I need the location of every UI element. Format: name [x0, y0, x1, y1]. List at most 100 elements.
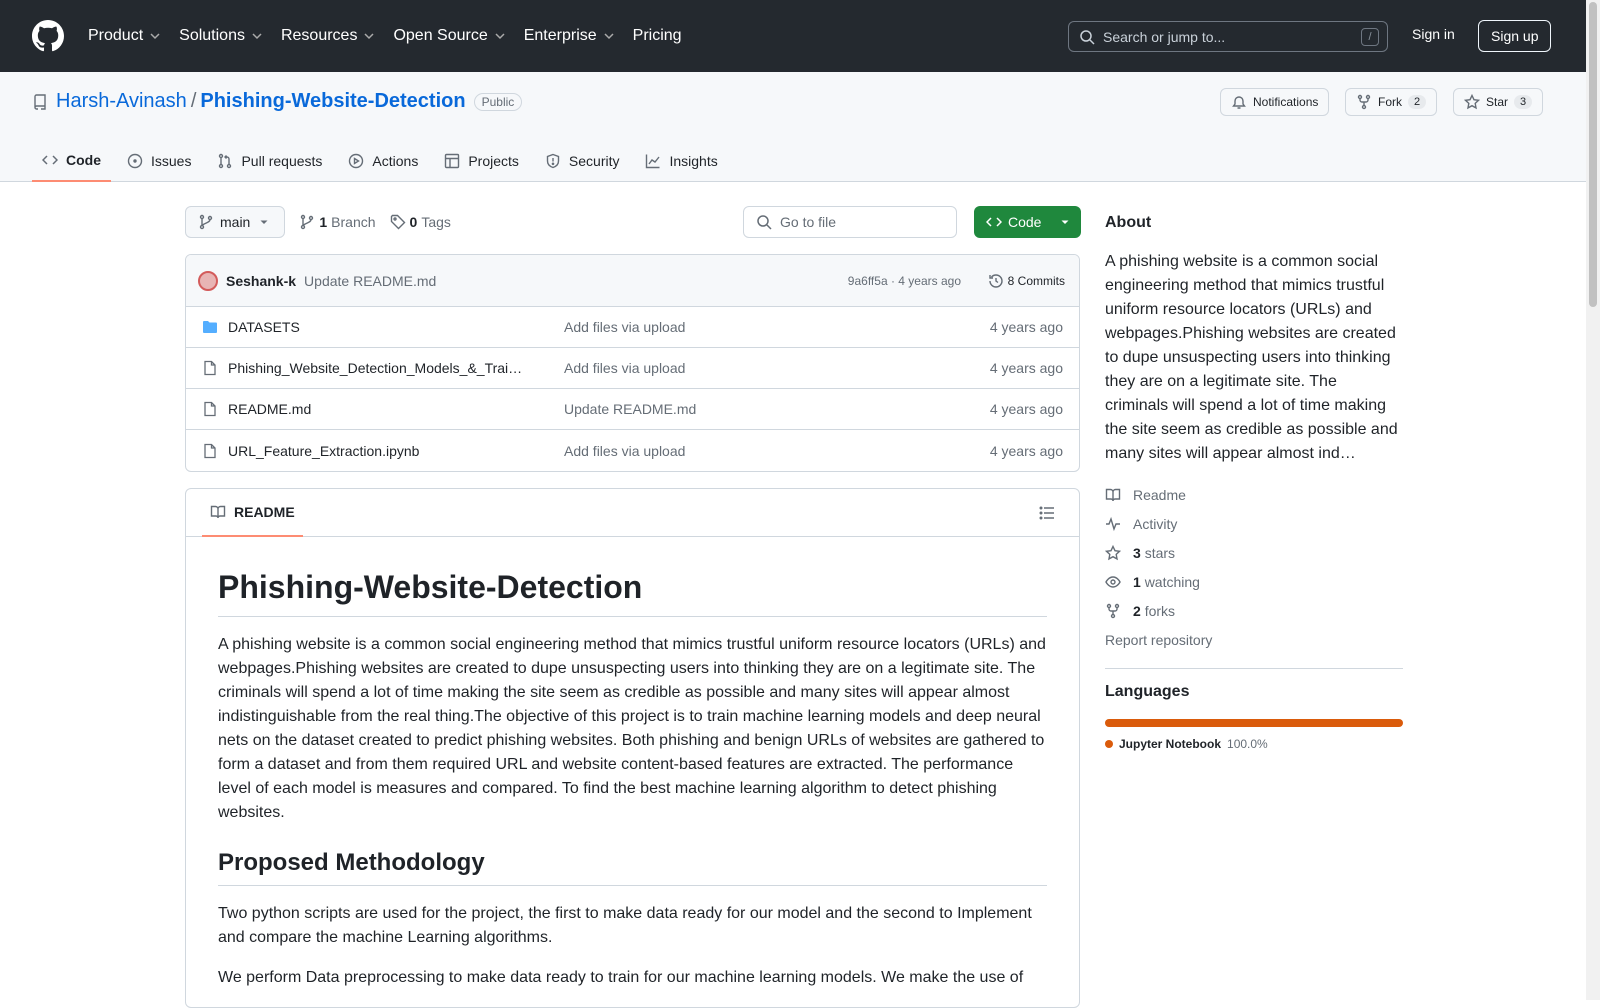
tab-insights[interactable]: Insights	[635, 140, 727, 182]
nav-solutions[interactable]: Solutions	[179, 27, 263, 45]
visibility-badge: Public	[473, 92, 523, 111]
nav-label: Enterprise	[523, 27, 597, 44]
file-commit-message[interactable]: Update README.md	[564, 401, 696, 417]
nav-pricing[interactable]: Pricing	[633, 27, 682, 45]
tab-issues[interactable]: Issues	[117, 140, 201, 182]
tab-pull-requests[interactable]: Pull requests	[207, 140, 332, 182]
file-name-link[interactable]: README.md	[228, 401, 558, 417]
tag-label: Tags	[421, 214, 451, 230]
language-bar	[1105, 719, 1403, 727]
tab-readme[interactable]: README	[202, 489, 303, 537]
chevron-down-icon	[495, 33, 505, 40]
file-commit-message[interactable]: Add files via upload	[564, 443, 685, 459]
table-row[interactable]: URL_Feature_Extraction.ipynb Add files v…	[186, 430, 1079, 471]
nav-enterprise[interactable]: Enterprise	[524, 27, 615, 45]
fork-count: 2	[1408, 95, 1427, 109]
tag-count: 0	[409, 214, 418, 230]
file-commit-message[interactable]: Add files via upload	[564, 319, 685, 335]
sign-in-link[interactable]: Sign in	[1412, 26, 1455, 42]
tags-link[interactable]: 0 Tags	[390, 214, 451, 230]
code-dropdown-button[interactable]: Code	[974, 206, 1081, 238]
branch-label: Branch	[331, 214, 376, 230]
tab-label: Pull requests	[241, 153, 323, 169]
readme-paragraph: A phishing website is a common social en…	[218, 636, 1046, 821]
tab-projects[interactable]: Projects	[434, 140, 529, 182]
global-header: Product Solutions Resources Open Source …	[0, 0, 1586, 72]
activity-link[interactable]: Activity	[1105, 509, 1403, 538]
branch-icon	[301, 214, 314, 230]
github-logo-icon[interactable]	[32, 20, 64, 52]
shield-icon	[546, 153, 560, 169]
code-icon	[986, 217, 1002, 227]
nav-resources[interactable]: Resources	[281, 27, 375, 45]
commit-message-link[interactable]: Update README.md	[304, 273, 436, 289]
page-scrollbar[interactable]	[1586, 0, 1600, 1000]
folder-icon	[203, 321, 217, 333]
book-icon	[210, 505, 226, 518]
language-item[interactable]: Jupyter Notebook 100.0%	[1105, 737, 1403, 751]
file-date: 4 years ago	[989, 442, 1063, 459]
nav-open-source[interactable]: Open Source	[393, 27, 505, 45]
file-name-link[interactable]: URL_Feature_Extraction.ipynb	[228, 443, 558, 459]
commit-hash[interactable]: 9a6ff5a · 4 years ago	[848, 274, 961, 288]
go-to-file-input[interactable]: Go to file	[743, 206, 957, 238]
tab-label: Projects	[468, 153, 519, 169]
scrollbar-thumb[interactable]	[1589, 2, 1597, 307]
fork-icon	[1106, 603, 1120, 618]
avatar[interactable]	[198, 270, 218, 291]
readme-paragraph: We perform Data preprocessing to make da…	[218, 969, 1024, 986]
nav-label: Resources	[280, 27, 358, 44]
branches-link[interactable]: 1 Branch	[299, 214, 376, 230]
report-repository-link[interactable]: Report repository	[1105, 625, 1403, 654]
tag-icon	[390, 214, 406, 230]
nav-label: Product	[88, 27, 144, 44]
list-icon[interactable]	[1039, 505, 1055, 521]
about-description: A phishing website is a common social en…	[1105, 253, 1398, 462]
watching-link[interactable]: 1 watching	[1105, 567, 1403, 596]
tab-actions[interactable]: Actions	[338, 140, 428, 182]
file-name-link[interactable]: DATASETS	[228, 319, 558, 335]
slash-shortcut-badge: /	[1361, 28, 1379, 46]
tab-label: Insights	[669, 153, 718, 169]
watching-count: 1	[1133, 573, 1141, 590]
file-toolbar: main 1 Branch 0 Tags Go to file Code	[185, 206, 1081, 238]
commits-link[interactable]: 8 Commits	[988, 273, 1065, 289]
repo-tabs: Code Issues Pull requests Actions Projec…	[32, 140, 734, 182]
forks-label: forks	[1144, 602, 1176, 619]
search-icon	[757, 215, 772, 230]
repo-name-link[interactable]: Phishing-Website-Detection	[200, 90, 465, 113]
stars-link[interactable]: 3 stars	[1105, 538, 1403, 567]
table-row[interactable]: DATASETS Add files via upload 4 years ag…	[186, 307, 1079, 348]
star-button[interactable]: Star 3	[1453, 88, 1544, 116]
tab-label: Issues	[151, 153, 192, 169]
readme-link[interactable]: Readme	[1105, 480, 1403, 509]
nav-product[interactable]: Product	[88, 27, 161, 45]
tab-code[interactable]: Code	[32, 140, 111, 182]
sign-up-button[interactable]: Sign up	[1478, 20, 1552, 52]
repo-owner-link[interactable]: Harsh-Avinash	[56, 90, 187, 113]
chevron-down-icon	[252, 33, 262, 40]
chevron-down-icon	[604, 33, 614, 40]
readme-paragraph: Two python scripts are used for the proj…	[218, 905, 1032, 946]
tab-security[interactable]: Security	[535, 140, 630, 182]
repo-header: Harsh-Avinash / Phishing-Website-Detecti…	[0, 72, 1586, 182]
readme-tab-label: README	[234, 503, 295, 520]
notifications-button[interactable]: Notifications	[1220, 88, 1330, 116]
branch-select-button[interactable]: main	[185, 206, 286, 238]
file-name-link[interactable]: Phishing_Website_Detection_Models_&_Trai…	[228, 360, 558, 376]
readme-body: Phishing-Website-Detection A phishing we…	[186, 537, 1079, 1007]
table-row[interactable]: Phishing_Website_Detection_Models_&_Trai…	[186, 348, 1079, 389]
go-to-file-placeholder: Go to file	[780, 214, 837, 230]
commit-author-link[interactable]: Seshank-k	[226, 273, 296, 289]
file-commit-message[interactable]: Add files via upload	[564, 360, 685, 376]
nav-label: Solutions	[179, 27, 245, 44]
tab-label: Security	[568, 153, 620, 169]
search-icon	[1080, 29, 1095, 45]
table-row[interactable]: README.md Update README.md 4 years ago	[186, 389, 1079, 430]
readme-tabbar: README	[186, 489, 1079, 537]
star-count: 3	[1514, 95, 1533, 109]
issue-icon	[127, 153, 143, 169]
search-input[interactable]: Search or jump to... /	[1068, 21, 1388, 52]
fork-button[interactable]: Fork 2	[1345, 88, 1438, 116]
forks-link[interactable]: 2 forks	[1105, 596, 1403, 625]
